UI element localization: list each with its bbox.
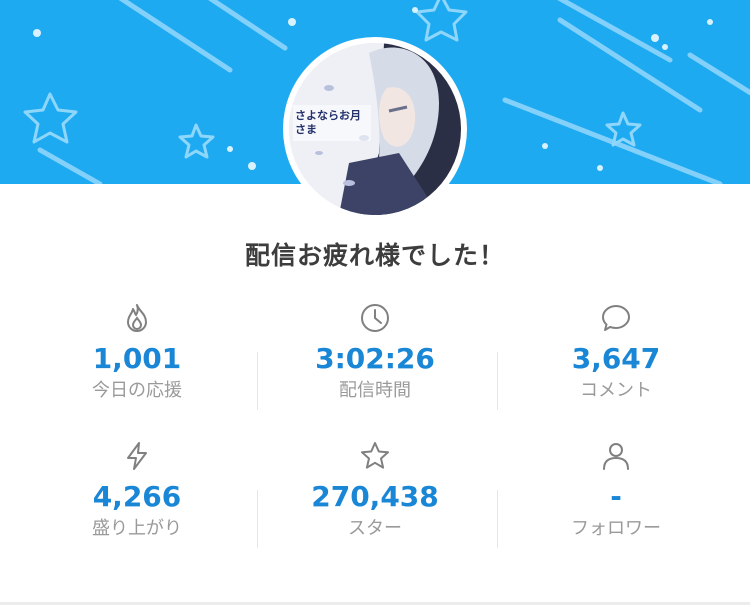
stat-label: 配信時間 xyxy=(339,380,411,401)
stat-label: 盛り上がり xyxy=(92,518,182,539)
streamer-avatar[interactable]: さよならお月さま xyxy=(283,37,467,221)
stat-value: 3,647 xyxy=(571,342,661,375)
user-icon xyxy=(603,443,629,470)
lightning-icon xyxy=(127,442,147,470)
stat-value: 270,438 xyxy=(311,480,439,513)
avatar-image: さよならお月さま xyxy=(289,43,461,215)
stat-label: コメント xyxy=(580,380,652,401)
stat-label: フォロワー xyxy=(571,518,661,539)
avatar-logo-text: さよならお月さま xyxy=(295,109,361,136)
stat-value: 4,266 xyxy=(92,480,182,513)
column-divider xyxy=(497,352,498,410)
page-title: 配信お疲れ様でした！ xyxy=(244,241,505,270)
stat-value: 3:02:26 xyxy=(315,342,435,375)
comment-icon xyxy=(602,305,630,331)
stat-cheers: 1,001 今日の応援 xyxy=(12,302,262,402)
column-divider xyxy=(257,490,258,548)
clock-icon xyxy=(361,304,389,332)
stat-comments: 3,647 コメント xyxy=(491,302,741,402)
stat-value: 1,001 xyxy=(92,342,182,375)
stat-label: スター xyxy=(348,518,402,539)
stat-stars: 270,438 スター xyxy=(250,440,500,540)
stat-stream-time: 3:02:26 配信時間 xyxy=(250,302,500,402)
stat-excitement: 4,266 盛り上がり xyxy=(12,440,262,540)
star-icon xyxy=(361,442,389,469)
stat-label: 今日の応援 xyxy=(92,380,182,401)
flame-icon xyxy=(127,304,147,332)
stat-value: - xyxy=(610,480,622,513)
column-divider xyxy=(257,352,258,410)
column-divider xyxy=(497,490,498,548)
stat-followers: - フォロワー xyxy=(491,440,741,540)
